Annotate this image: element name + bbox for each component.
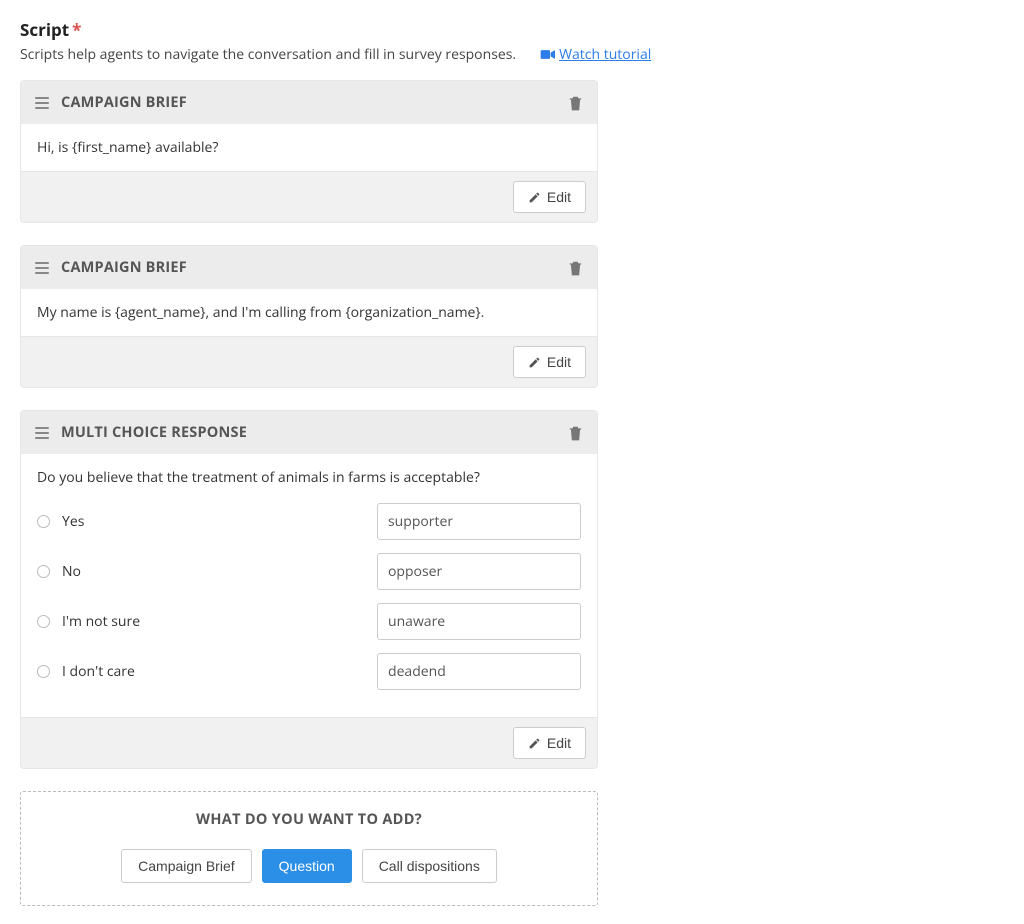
tutorial-label: Watch tutorial	[559, 45, 651, 64]
pencil-icon	[528, 737, 541, 750]
block-footer: Edit	[21, 171, 597, 222]
block-type-label: CAMPAIGN BRIEF	[61, 258, 556, 277]
block-body: Do you believe that the treatment of ani…	[21, 454, 597, 717]
drag-handle-icon[interactable]	[35, 97, 49, 109]
block-body-text: My name is {agent_name}, and I'm calling…	[37, 303, 484, 322]
add-campaign-brief-button[interactable]: Campaign Brief	[121, 849, 252, 883]
script-block-campaign-brief: CAMPAIGN BRIEF Hi, is {first_name} avail…	[20, 80, 598, 223]
add-block-section: WHAT DO YOU WANT TO ADD? Campaign Brief …	[20, 791, 598, 906]
option-label: Yes	[62, 512, 377, 531]
subhead-row: Scripts help agents to navigate the conv…	[20, 45, 1004, 64]
block-footer: Edit	[21, 717, 597, 768]
add-section-title: WHAT DO YOU WANT TO ADD?	[31, 810, 587, 829]
edit-button[interactable]: Edit	[513, 346, 586, 378]
block-header: CAMPAIGN BRIEF	[21, 246, 597, 289]
pencil-icon	[528, 191, 541, 204]
edit-button[interactable]: Edit	[513, 181, 586, 213]
option-label: I'm not sure	[62, 612, 377, 631]
option-value-input[interactable]	[377, 603, 581, 640]
script-blocks-column: CAMPAIGN BRIEF Hi, is {first_name} avail…	[20, 80, 598, 906]
script-block-campaign-brief: CAMPAIGN BRIEF My name is {agent_name}, …	[20, 245, 598, 388]
option-label: No	[62, 562, 377, 581]
block-header: CAMPAIGN BRIEF	[21, 81, 597, 124]
page-title: Script*	[20, 18, 1004, 41]
block-header: MULTI CHOICE RESPONSE	[21, 411, 597, 454]
option-value-input[interactable]	[377, 503, 581, 540]
block-type-label: CAMPAIGN BRIEF	[61, 93, 556, 112]
edit-button[interactable]: Edit	[513, 727, 586, 759]
script-block-multi-choice: MULTI CHOICE RESPONSE Do you believe tha…	[20, 410, 598, 769]
edit-label: Edit	[547, 735, 571, 751]
radio-icon[interactable]	[37, 665, 50, 678]
drag-handle-icon[interactable]	[35, 427, 49, 439]
option-value-input[interactable]	[377, 653, 581, 690]
watch-tutorial-link[interactable]: Watch tutorial	[540, 45, 651, 64]
add-question-button[interactable]: Question	[262, 849, 352, 883]
block-body-text: Hi, is {first_name} available?	[37, 138, 218, 157]
option-row: I don't care	[37, 653, 581, 690]
option-row: Yes	[37, 503, 581, 540]
option-row: No	[37, 553, 581, 590]
radio-icon[interactable]	[37, 565, 50, 578]
edit-label: Edit	[547, 354, 571, 370]
subhead-text: Scripts help agents to navigate the conv…	[20, 45, 516, 64]
add-buttons-row: Campaign Brief Question Call disposition…	[121, 849, 497, 883]
question-text: Do you believe that the treatment of ani…	[37, 468, 581, 487]
trash-icon[interactable]	[568, 425, 583, 441]
block-type-label: MULTI CHOICE RESPONSE	[61, 423, 556, 442]
trash-icon[interactable]	[568, 95, 583, 111]
option-value-input[interactable]	[377, 553, 581, 590]
block-body: My name is {agent_name}, and I'm calling…	[21, 289, 597, 336]
block-footer: Edit	[21, 336, 597, 387]
video-icon	[540, 48, 555, 61]
drag-handle-icon[interactable]	[35, 262, 49, 274]
trash-icon[interactable]	[568, 260, 583, 276]
radio-icon[interactable]	[37, 515, 50, 528]
required-asterisk: *	[72, 18, 81, 41]
page-header: Script* Scripts help agents to navigate …	[20, 18, 1004, 64]
page-title-text: Script	[20, 18, 69, 41]
option-row: I'm not sure	[37, 603, 581, 640]
radio-icon[interactable]	[37, 615, 50, 628]
edit-label: Edit	[547, 189, 571, 205]
add-call-dispositions-button[interactable]: Call dispositions	[362, 849, 497, 883]
option-label: I don't care	[62, 662, 377, 681]
pencil-icon	[528, 356, 541, 369]
block-body: Hi, is {first_name} available?	[21, 124, 597, 171]
